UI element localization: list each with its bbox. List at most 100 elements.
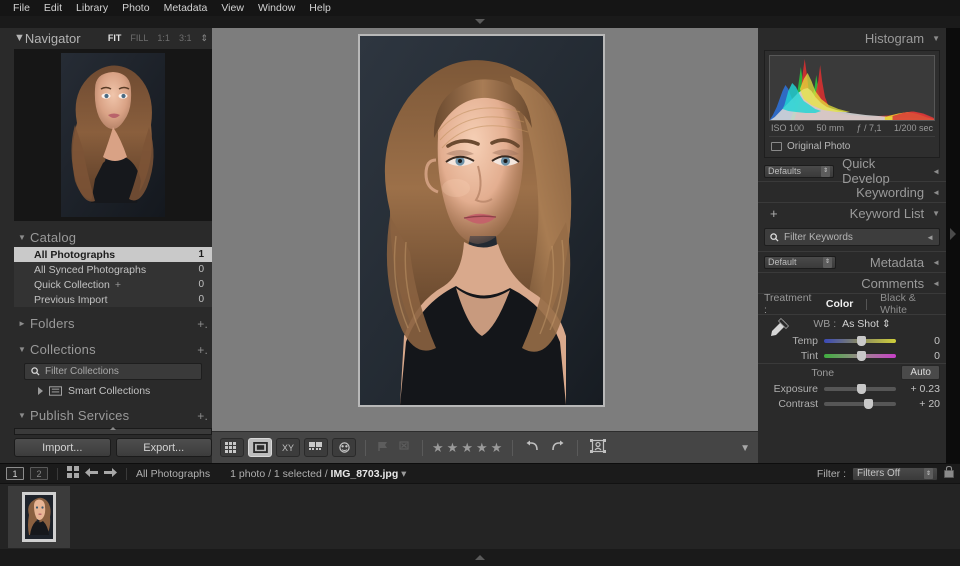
add-keyword-icon[interactable]: + bbox=[764, 206, 778, 221]
catalog-twisty-icon[interactable]: ▼ bbox=[14, 233, 30, 242]
original-photo-row[interactable]: Original Photo bbox=[769, 136, 935, 153]
add-collection-icon[interactable]: +. bbox=[197, 343, 212, 357]
wb-value[interactable]: As Shot ⇕ bbox=[842, 318, 891, 330]
preset-stepper-icon[interactable]: ⇕ bbox=[821, 165, 831, 177]
crop-overlay-button[interactable] bbox=[587, 439, 609, 456]
screen-1-button[interactable]: 1 bbox=[6, 467, 24, 480]
menu-edit[interactable]: Edit bbox=[37, 0, 69, 16]
exposure-slider-knob[interactable] bbox=[857, 383, 867, 394]
publish-services-twisty-icon[interactable]: ▼ bbox=[14, 411, 30, 420]
navigator-twisty-icon[interactable]: ▼ bbox=[14, 32, 25, 44]
catalog-header[interactable]: ▼ Catalog bbox=[14, 228, 212, 247]
metadata-preset-select[interactable]: Default ⇕ bbox=[764, 255, 836, 269]
metadata-twisty-icon[interactable]: ◄ bbox=[932, 258, 940, 267]
publish-services-resize-handle[interactable] bbox=[14, 427, 212, 435]
catalog-row-all-photographs[interactable]: All Photographs 1 bbox=[14, 247, 212, 262]
treatment-color-option[interactable]: Color bbox=[821, 297, 858, 311]
top-module-strip[interactable] bbox=[0, 16, 960, 28]
quick-develop-header[interactable]: Defaults ⇕ Quick Develop ◄ bbox=[758, 156, 946, 186]
keyword-list-twisty-icon[interactable]: ▼ bbox=[932, 209, 940, 218]
white-balance-eyedropper-icon[interactable] bbox=[764, 317, 790, 341]
zoom-1-1[interactable]: 1:1 bbox=[157, 33, 170, 43]
go-forward-button[interactable] bbox=[104, 467, 117, 481]
metadata-header[interactable]: Default ⇕ Metadata ◄ bbox=[758, 252, 946, 272]
temp-slider-knob[interactable] bbox=[857, 335, 867, 346]
filmstrip-source[interactable]: All Photographs bbox=[136, 468, 210, 480]
loupe-view-button[interactable] bbox=[248, 438, 272, 457]
filmstrip-thumbnail[interactable] bbox=[22, 491, 56, 542]
histogram-twisty-icon[interactable]: ▼ bbox=[932, 34, 940, 43]
tint-slider-knob[interactable] bbox=[857, 350, 867, 361]
loupe-photo[interactable] bbox=[360, 36, 603, 405]
catalog-row-previous-import[interactable]: Previous Import 0 bbox=[14, 292, 212, 307]
zoom-fill[interactable]: FILL bbox=[130, 33, 148, 43]
star-1[interactable]: ★ bbox=[432, 440, 445, 456]
star-5[interactable]: ★ bbox=[491, 440, 504, 456]
temp-slider-track[interactable] bbox=[824, 335, 896, 346]
screen-2-button[interactable]: 2 bbox=[30, 467, 48, 480]
filter-collections-input[interactable]: Filter Collections bbox=[24, 363, 202, 380]
menu-view[interactable]: View bbox=[214, 0, 251, 16]
go-back-button[interactable] bbox=[85, 467, 98, 481]
filter-keywords-input[interactable]: Filter Keywords ◄ bbox=[764, 228, 940, 246]
collections-header[interactable]: ▼ Collections +. bbox=[14, 340, 212, 359]
survey-view-button[interactable] bbox=[304, 438, 328, 457]
quick-develop-twisty-icon[interactable]: ◄ bbox=[932, 167, 940, 176]
bottom-module-strip[interactable] bbox=[0, 549, 960, 566]
navigator-header[interactable]: ▼ Navigator FIT FILL 1:1 3:1 ⇕ bbox=[14, 28, 212, 48]
exposure-slider-track[interactable] bbox=[824, 383, 896, 394]
keyword-list-header[interactable]: + Keyword List ▼ bbox=[758, 203, 946, 223]
treatment-bw-option[interactable]: Black & White bbox=[875, 291, 940, 317]
menu-window[interactable]: Window bbox=[251, 0, 302, 16]
star-3[interactable]: ★ bbox=[461, 440, 474, 456]
people-view-button[interactable] bbox=[332, 438, 356, 457]
filmstrip-status-caret-icon[interactable]: ▾ bbox=[401, 468, 406, 480]
rotate-left-button[interactable] bbox=[522, 440, 543, 456]
filter-select[interactable]: Filters Off ⇕ bbox=[852, 466, 938, 481]
collections-twisty-icon[interactable]: ▼ bbox=[14, 345, 30, 354]
comments-header[interactable]: Comments ◄ bbox=[758, 273, 946, 293]
contrast-slider-track[interactable] bbox=[824, 398, 896, 409]
star-4[interactable]: ★ bbox=[476, 440, 489, 456]
expand-top-panel-icon[interactable] bbox=[475, 19, 485, 24]
toolbar-collapse-button[interactable]: ▼ bbox=[740, 442, 750, 454]
collapse-right-panel-icon[interactable] bbox=[950, 228, 956, 240]
star-2[interactable]: ★ bbox=[447, 440, 460, 456]
filter-lock-button[interactable] bbox=[944, 465, 954, 481]
expand-bottom-panel-icon[interactable] bbox=[475, 555, 485, 560]
export-button[interactable]: Export... bbox=[115, 438, 212, 457]
catalog-row-quick-collection[interactable]: Quick Collection + 0 bbox=[14, 277, 212, 292]
histogram-graph[interactable] bbox=[769, 55, 935, 121]
flag-reject-button[interactable] bbox=[396, 440, 413, 455]
photo-frame[interactable] bbox=[358, 34, 605, 407]
tint-slider-row[interactable]: Tint 0 bbox=[758, 348, 946, 363]
zoom-3-1[interactable]: 3:1 bbox=[179, 33, 192, 43]
menu-photo[interactable]: Photo bbox=[115, 0, 156, 16]
contrast-slider-knob[interactable] bbox=[863, 398, 873, 409]
menu-file[interactable]: File bbox=[6, 0, 37, 16]
filmstrip-filename[interactable]: IMG_8703.jpg bbox=[331, 468, 399, 480]
navigator-preview[interactable] bbox=[14, 49, 212, 221]
filmstrip-cell[interactable] bbox=[8, 485, 70, 548]
grid-view-shortcut-button[interactable] bbox=[67, 466, 79, 481]
auto-tone-button[interactable]: Auto bbox=[901, 365, 940, 380]
right-panel-edge[interactable] bbox=[946, 28, 960, 463]
filmstrip[interactable] bbox=[0, 483, 960, 549]
zoom-stepper-icon[interactable]: ⇕ bbox=[200, 33, 208, 44]
menu-library[interactable]: Library bbox=[69, 0, 115, 16]
menu-help[interactable]: Help bbox=[302, 0, 338, 16]
toolbar-collapse-icon[interactable]: ▼ bbox=[740, 443, 750, 454]
filter-stepper-icon[interactable]: ⇕ bbox=[924, 468, 933, 479]
histogram-header[interactable]: Histogram ▼ bbox=[758, 28, 946, 48]
keyword-filter-collapse-icon[interactable]: ◄ bbox=[926, 233, 934, 242]
tint-slider-track[interactable] bbox=[824, 350, 896, 361]
original-photo-checkbox[interactable] bbox=[771, 142, 782, 151]
smart-collections-row[interactable]: Smart Collections bbox=[24, 383, 202, 399]
publish-services-header[interactable]: ▼ Publish Services +. bbox=[14, 406, 212, 425]
folders-twisty-icon[interactable]: ► bbox=[14, 319, 30, 328]
compare-view-button[interactable]: XY bbox=[276, 438, 300, 457]
exposure-slider-row[interactable]: Exposure + 0.23 bbox=[758, 381, 946, 396]
metadata-stepper-icon[interactable]: ⇕ bbox=[823, 256, 832, 268]
add-publish-service-icon[interactable]: +. bbox=[197, 409, 212, 423]
smart-collections-twisty-icon[interactable] bbox=[38, 387, 43, 395]
